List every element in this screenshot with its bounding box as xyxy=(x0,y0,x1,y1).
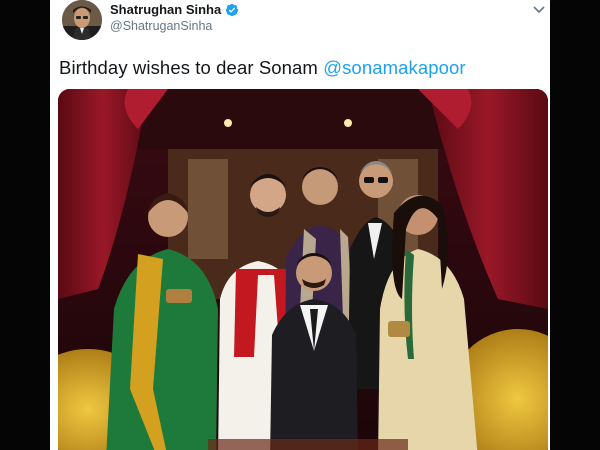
author-avatar[interactable] xyxy=(62,0,102,40)
tweet-card: Shatrughan Sinha @ShatruganSinha Birthda… xyxy=(50,0,550,450)
name-row: Shatrughan Sinha xyxy=(110,2,239,17)
left-border xyxy=(0,0,50,450)
verified-badge-icon xyxy=(226,3,239,16)
tweet-body-text: Birthday wishes to dear Sonam xyxy=(59,57,318,78)
tweet-header: Shatrughan Sinha @ShatruganSinha xyxy=(58,0,550,46)
avatar-portrait-icon xyxy=(62,0,102,40)
group-photo-icon xyxy=(58,89,548,450)
author-display-name[interactable]: Shatrughan Sinha xyxy=(110,2,221,17)
right-border xyxy=(550,0,600,450)
tweet-text: Birthday wishes to dear Sonam @sonamakap… xyxy=(59,57,466,79)
author-handle[interactable]: @ShatruganSinha xyxy=(110,19,212,33)
chevron-down-icon[interactable] xyxy=(532,2,546,16)
tweet-photo[interactable] xyxy=(58,89,548,450)
mention-link[interactable]: @sonamakapoor xyxy=(323,57,465,78)
